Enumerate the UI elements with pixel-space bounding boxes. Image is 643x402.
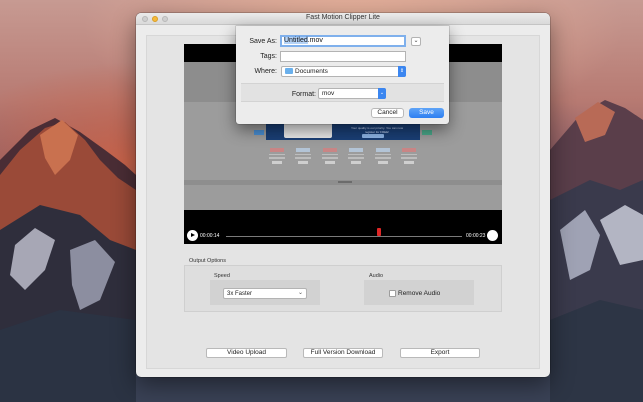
remove-audio-label[interactable]: Remove Audio [398, 290, 440, 297]
tags-field[interactable] [280, 51, 406, 62]
format-value: mov [322, 90, 335, 97]
current-time: 00:00:14 [200, 233, 220, 239]
full-version-download-button[interactable]: Full Version Download [303, 348, 383, 358]
filename-extension: .mov [307, 37, 323, 44]
timeline-track[interactable] [226, 236, 462, 237]
export-button[interactable]: Export [400, 348, 480, 358]
folder-icon [285, 68, 293, 74]
chevron-down-icon: ⌄ [413, 38, 419, 44]
video-page-product [400, 148, 418, 164]
audio-label: Audio [369, 273, 384, 279]
video-page-button [362, 134, 384, 138]
popup-arrows-icon: ⌄ [378, 88, 386, 99]
playback-controls: 00:00:14 00:00:23 [184, 226, 502, 244]
filename-field[interactable]: Untitled.mov [280, 35, 406, 47]
where-label: Where: [254, 68, 277, 75]
video-page-tab [422, 130, 432, 135]
video-page-tab [254, 130, 264, 135]
save-as-label: Save As: [249, 38, 277, 45]
window-title: Fast Motion Clipper Lite [306, 14, 380, 21]
video-page-footer [184, 180, 502, 185]
playhead-marker[interactable] [377, 228, 382, 236]
chevron-down-icon: ⌄ [297, 290, 303, 296]
speed-select[interactable]: 3x Faster ⌄ [223, 288, 307, 299]
filename-selection: Untitled [284, 37, 308, 44]
format-popup[interactable]: mov ⌄ [318, 88, 386, 99]
where-value: Documents [295, 68, 328, 75]
play-icon[interactable] [187, 230, 198, 241]
loop-icon[interactable] [487, 230, 498, 241]
video-page-products [268, 148, 418, 164]
cancel-button[interactable]: Cancel [371, 108, 404, 118]
video-page-header: Your quality is our priority. You can no… [254, 116, 432, 140]
video-page-product [294, 148, 312, 164]
video-page-product [268, 148, 286, 164]
expand-dialog-button[interactable]: ⌄ [411, 37, 421, 46]
tags-label: Tags: [260, 53, 277, 60]
title-bar[interactable]: Fast Motion Clipper Lite [136, 13, 550, 25]
end-time: 00:00:23 [466, 233, 486, 239]
speed-label: Speed [214, 273, 230, 279]
video-page-product [347, 148, 365, 164]
format-label: Format: [291, 91, 316, 98]
video-page-product [321, 148, 339, 164]
output-options-title: Output Options [189, 258, 226, 264]
save-button[interactable]: Save [409, 108, 444, 118]
video-page-header-text: Your quality is our priority. You can no… [350, 126, 404, 134]
where-popup[interactable]: Documents ⇕ [281, 66, 406, 77]
speed-select-value: 3x Faster [227, 291, 253, 297]
video-page-product [374, 148, 392, 164]
video-upload-button[interactable]: Video Upload [206, 348, 287, 358]
video-page-footer-link [338, 181, 352, 183]
popup-arrows-icon: ⇕ [398, 66, 406, 77]
remove-audio-checkbox[interactable] [389, 290, 396, 297]
